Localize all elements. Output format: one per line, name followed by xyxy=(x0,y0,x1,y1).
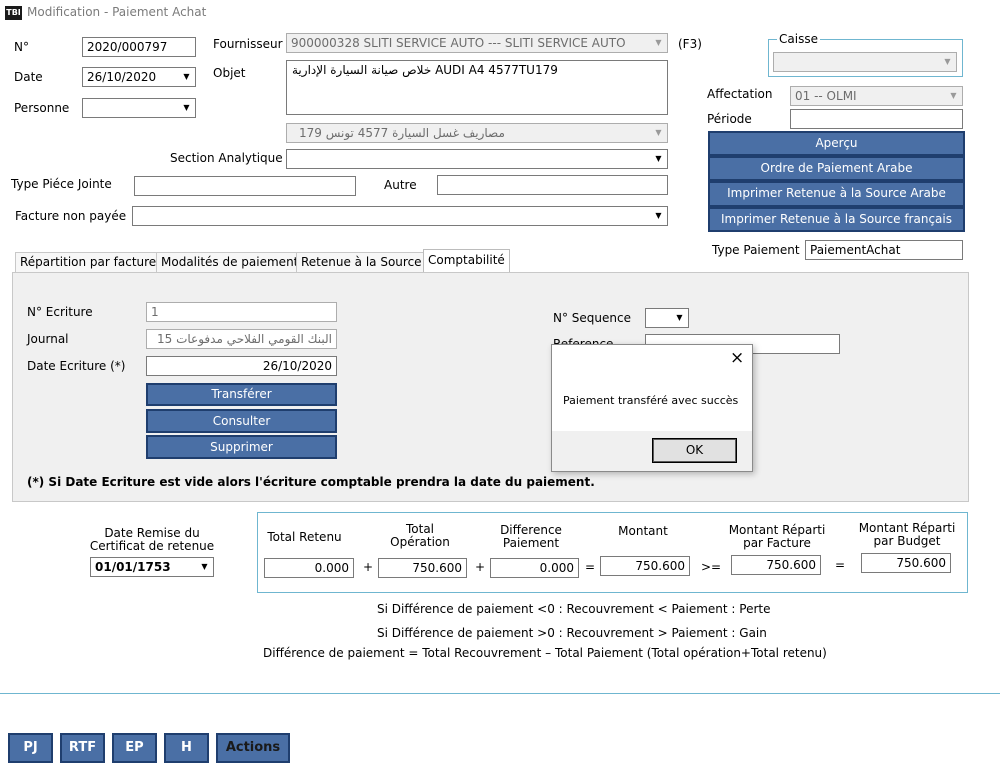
equals-operator: = xyxy=(835,558,846,572)
tab-comptabilite[interactable]: Comptabilité xyxy=(423,249,510,273)
caisse-select[interactable]: ▼ xyxy=(773,52,957,72)
periode-field[interactable] xyxy=(790,109,963,129)
bottom-divider xyxy=(0,693,1000,694)
consulter-button[interactable]: Consulter xyxy=(146,409,337,433)
equals-operator: = xyxy=(585,560,596,574)
section-label: Section Analytique xyxy=(170,151,283,165)
num-field[interactable]: 2020/000797 xyxy=(82,37,196,57)
note-gain: Si Différence de paiement >0 : Recouvrem… xyxy=(377,626,767,640)
difference-label: Difference Paiement xyxy=(500,523,562,550)
chevron-down-icon[interactable]: ▼ xyxy=(179,69,194,85)
type-piece-field[interactable] xyxy=(134,176,356,196)
date-ecriture-label: Date Ecriture (*) xyxy=(27,359,126,373)
facture-label: Facture non payée xyxy=(15,209,127,223)
date-ecriture-note: (*) Si Date Ecriture est vide alors l'éc… xyxy=(27,475,595,489)
date-value: 26/10/2020 xyxy=(87,70,157,84)
difference-field[interactable]: 0.000 xyxy=(490,558,579,578)
h-button[interactable]: H xyxy=(164,733,209,763)
note-perte: Si Différence de paiement <0 : Recouvrem… xyxy=(377,602,771,616)
f3-label: (F3) xyxy=(678,37,702,51)
retenue-arabe-button[interactable]: Imprimer Retenue à la Source Arabe xyxy=(708,181,965,207)
ecriture-field[interactable]: 1 xyxy=(146,302,337,322)
transferer-button[interactable]: Transférer xyxy=(146,383,337,406)
date-ecriture-field[interactable]: 26/10/2020 xyxy=(146,356,337,376)
section-select[interactable]: ▼ xyxy=(286,149,668,169)
personne-select[interactable]: ▼ xyxy=(82,98,196,118)
chevron-down-icon[interactable]: ▼ xyxy=(672,310,687,326)
autre-label: Autre xyxy=(384,178,417,192)
tab-repartition[interactable]: Répartition par facture xyxy=(15,252,162,272)
total-operation-label: Total Opération xyxy=(390,522,450,549)
success-dialog: × Paiement transféré avec succès OK xyxy=(551,344,753,472)
montant-budget-label: Montant Réparti par Budget xyxy=(858,521,956,548)
type-paiement-field[interactable]: PaiementAchat xyxy=(805,240,963,260)
sequence-select[interactable]: ▼ xyxy=(645,308,689,328)
total-operation-field[interactable]: 750.600 xyxy=(378,558,467,578)
chevron-down-icon[interactable]: ▼ xyxy=(197,559,212,575)
objet-combo-value: مصاريف غسل السيارة 4577 تونس 179 xyxy=(299,126,505,140)
ecriture-label: N° Ecriture xyxy=(27,305,93,319)
tab-retenue[interactable]: Retenue à la Source xyxy=(296,252,427,272)
apercu-button[interactable]: Aperçu xyxy=(708,131,965,156)
date-remise-label: Date Remise du Certificat de retenue xyxy=(89,526,215,553)
total-retenu-field[interactable]: 0.000 xyxy=(264,558,354,578)
objet-combo[interactable]: مصاريف غسل السيارة 4577 تونس 179 ▼ xyxy=(286,123,668,143)
type-paiement-label: Type Paiement xyxy=(712,243,800,257)
rtf-button[interactable]: RTF xyxy=(60,733,105,763)
actions-button[interactable]: Actions xyxy=(216,733,290,763)
montant-facture-field[interactable]: 750.600 xyxy=(731,555,821,575)
facture-select[interactable]: ▼ xyxy=(132,206,668,226)
journal-field[interactable]: البنك القومي الفلاحي مدفوعات 15 xyxy=(146,329,337,349)
chevron-down-icon[interactable]: ▼ xyxy=(940,54,955,70)
total-retenu-label: Total Retenu xyxy=(267,530,342,544)
fournisseur-value: 900000328 SLITI SERVICE AUTO --- SLITI S… xyxy=(291,36,626,50)
date-label: Date xyxy=(14,70,43,84)
montant-field[interactable]: 750.600 xyxy=(600,556,690,576)
montant-budget-field[interactable]: 750.600 xyxy=(861,553,951,573)
title-bar: TBI Modification - Paiement Achat xyxy=(0,0,1000,26)
chevron-down-icon[interactable]: ▼ xyxy=(651,125,666,141)
affectation-select[interactable]: 01 -- OLMI ▼ xyxy=(790,86,963,106)
app-icon: TBI xyxy=(5,6,22,20)
chevron-down-icon[interactable]: ▼ xyxy=(651,208,666,224)
chevron-down-icon[interactable]: ▼ xyxy=(946,88,961,104)
plus-operator: + xyxy=(363,560,374,574)
ok-button[interactable]: OK xyxy=(652,438,737,463)
tab-modalites[interactable]: Modalités de paiement xyxy=(156,252,304,272)
supprimer-button[interactable]: Supprimer xyxy=(146,435,337,459)
date-field[interactable]: 26/10/2020 ▼ xyxy=(82,67,196,87)
type-piece-label: Type Piéce Jointe xyxy=(11,177,112,191)
objet-textarea[interactable]: خلاص صيانة السيارة الإدارية AUDI A4 4577… xyxy=(286,60,668,115)
dialog-message: Paiement transféré avec succès xyxy=(563,394,739,407)
fournisseur-label: Fournisseur xyxy=(213,37,283,51)
sequence-label: N° Sequence xyxy=(553,311,631,325)
greater-equal-operator: >= xyxy=(701,560,722,574)
objet-label: Objet xyxy=(213,66,246,80)
close-icon[interactable]: × xyxy=(730,349,744,367)
chevron-down-icon[interactable]: ▼ xyxy=(651,151,666,167)
ordre-paiement-button[interactable]: Ordre de Paiement Arabe xyxy=(708,156,965,181)
plus-operator: + xyxy=(475,560,486,574)
note-formula: Différence de paiement = Total Recouvrem… xyxy=(263,646,827,660)
personne-label: Personne xyxy=(14,101,70,115)
fournisseur-select[interactable]: 900000328 SLITI SERVICE AUTO --- SLITI S… xyxy=(286,33,668,53)
montant-label: Montant xyxy=(618,524,668,538)
journal-label: Journal xyxy=(27,332,69,346)
montant-facture-label: Montant Réparti par Facture xyxy=(728,523,826,550)
affectation-value: 01 -- OLMI xyxy=(795,89,857,103)
date-remise-select[interactable]: 01/01/1753 ▼ xyxy=(90,557,214,577)
affectation-label: Affectation xyxy=(707,87,773,101)
pj-button[interactable]: PJ xyxy=(8,733,53,763)
autre-field[interactable] xyxy=(437,175,668,195)
ep-button[interactable]: EP xyxy=(112,733,157,763)
window-title: Modification - Paiement Achat xyxy=(27,5,207,19)
chevron-down-icon[interactable]: ▼ xyxy=(651,35,666,51)
chevron-down-icon[interactable]: ▼ xyxy=(179,100,194,116)
date-remise-value: 01/01/1753 xyxy=(95,560,171,574)
num-label: N° xyxy=(14,40,29,54)
retenue-francais-button[interactable]: Imprimer Retenue à la Source français xyxy=(708,207,965,232)
caisse-label: Caisse xyxy=(777,32,820,46)
periode-label: Période xyxy=(707,112,752,126)
